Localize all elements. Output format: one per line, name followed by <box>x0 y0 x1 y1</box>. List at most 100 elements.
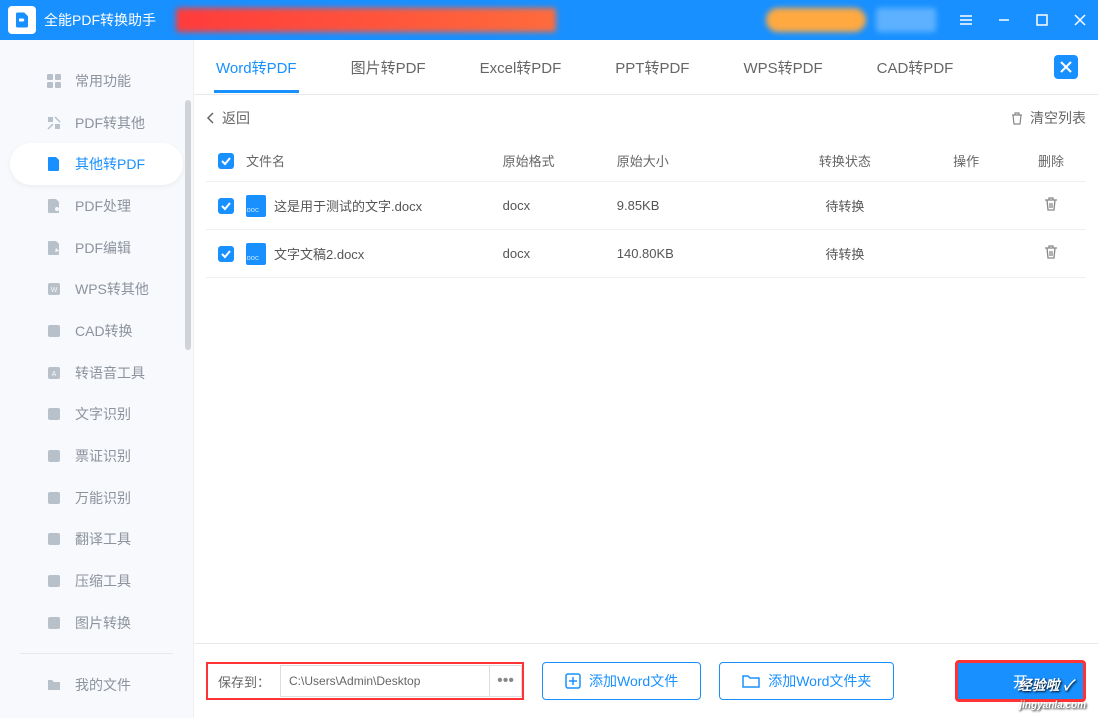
tab-bar: Word转PDF 图片转PDF Excel转PDF PPT转PDF WPS转PD… <box>194 40 1098 95</box>
sidebar-label: 常用功能 <box>75 71 131 91</box>
sidebar-label: 压缩工具 <box>75 571 131 591</box>
text-icon <box>45 405 63 423</box>
svg-text:A: A <box>52 371 57 378</box>
tab-excel[interactable]: Excel转PDF <box>478 42 564 93</box>
add-folder-label: 添加Word文件夹 <box>768 671 871 691</box>
sidebar-label: 万能识别 <box>75 488 131 508</box>
add-file-button[interactable]: 添加Word文件 <box>542 662 701 700</box>
file-table: 文件名 原始格式 原始大小 转换状态 操作 删除 这是用于测试的文字.docx … <box>194 140 1098 643</box>
sidebar-label: 翻译工具 <box>75 529 131 549</box>
table-row: 这是用于测试的文字.docx docx 9.85KB 待转换 <box>206 182 1086 230</box>
sidebar-label: 票证识别 <box>75 446 131 466</box>
sidebar-item-ticket[interactable]: 票证识别 <box>10 435 183 477</box>
header-size: 原始大小 <box>617 151 774 170</box>
sidebar-item-universal[interactable]: 万能识别 <box>10 477 183 519</box>
tab-word[interactable]: Word转PDF <box>214 42 299 93</box>
tab-image[interactable]: 图片转PDF <box>349 42 428 93</box>
save-path-input[interactable] <box>280 665 490 697</box>
chevron-left-icon <box>206 112 216 124</box>
file-name: 文字文稿2.docx <box>274 244 364 263</box>
folder-icon <box>742 673 760 689</box>
doc-file-icon <box>246 195 266 217</box>
sidebar-item-translate[interactable]: 翻译工具 <box>10 518 183 560</box>
sidebar-label: CAD转换 <box>75 321 133 341</box>
ticket-icon <box>45 447 63 465</box>
folder-icon <box>45 676 63 694</box>
trash-icon <box>1010 111 1024 125</box>
image-icon <box>45 614 63 632</box>
sidebar-label: PDF转其他 <box>75 113 145 133</box>
sidebar-item-common[interactable]: 常用功能 <box>10 60 183 102</box>
sidebar: 常用功能 PDF转其他 其他转PDF PDF处理 PDF编辑 W WPS转其他 C… <box>0 40 193 718</box>
doc-file-icon <box>246 243 266 265</box>
clear-label: 清空列表 <box>1030 108 1086 128</box>
back-button[interactable]: 返回 <box>206 108 250 128</box>
watermark-url: jingyanla.com <box>1019 700 1086 711</box>
sidebar-item-pdf-to-other[interactable]: PDF转其他 <box>10 102 183 144</box>
header-status: 转换状态 <box>774 151 917 170</box>
delete-row-button[interactable] <box>1043 244 1059 260</box>
user-blur <box>876 8 936 32</box>
sidebar-label: 我的文件 <box>75 675 131 695</box>
close-button[interactable] <box>1070 10 1090 30</box>
app-title: 全能PDF转换助手 <box>44 10 156 30</box>
sidebar-item-cad[interactable]: CAD转换 <box>10 310 183 352</box>
file-size: 9.85KB <box>617 198 774 213</box>
tab-cad[interactable]: CAD转PDF <box>875 42 956 93</box>
convert-icon <box>45 114 63 132</box>
pdf-icon <box>45 155 63 173</box>
sidebar-item-ocr[interactable]: 文字识别 <box>10 393 183 435</box>
svg-text:W: W <box>51 287 58 294</box>
wps-icon: W <box>45 280 63 298</box>
menu-icon[interactable] <box>956 10 976 30</box>
sidebar-item-image[interactable]: 图片转换 <box>10 602 183 644</box>
delete-row-button[interactable] <box>1043 196 1059 212</box>
sidebar-label: PDF编辑 <box>75 238 131 258</box>
header-del: 删除 <box>1016 151 1086 170</box>
save-path-group: 保存到： ••• <box>206 662 524 700</box>
sidebar-item-myfiles[interactable]: 我的文件 <box>10 664 183 706</box>
select-all-checkbox[interactable] <box>218 153 234 169</box>
browse-button[interactable]: ••• <box>490 665 522 697</box>
sidebar-item-pdf-edit[interactable]: PDF编辑 <box>10 227 183 269</box>
save-label: 保存到： <box>208 672 280 691</box>
header-format: 原始格式 <box>503 151 617 170</box>
add-file-label: 添加Word文件 <box>589 671 678 691</box>
sidebar-item-other-to-pdf[interactable]: 其他转PDF <box>10 143 183 185</box>
maximize-button[interactable] <box>1032 10 1052 30</box>
sidebar-label: 文字识别 <box>75 404 131 424</box>
cad-icon <box>45 322 63 340</box>
translate-icon <box>45 530 63 548</box>
row-checkbox[interactable] <box>218 198 234 214</box>
star-icon <box>45 72 63 90</box>
badge-blur <box>766 8 866 32</box>
audio-icon: A <box>45 364 63 382</box>
sidebar-item-tts[interactable]: A转语音工具 <box>10 352 183 394</box>
minimize-button[interactable] <box>994 10 1014 30</box>
sidebar-label: WPS转其他 <box>75 279 149 299</box>
header-op: 操作 <box>916 151 1016 170</box>
table-row: 文字文稿2.docx docx 140.80KB 待转换 <box>206 230 1086 278</box>
start-convert-button[interactable]: 开 经验啦 ✓ jingyanla.com <box>955 660 1086 702</box>
add-folder-button[interactable]: 添加Word文件夹 <box>719 662 894 700</box>
file-status: 待转换 <box>774 244 917 263</box>
sidebar-item-wps[interactable]: W WPS转其他 <box>10 268 183 310</box>
close-tabs-button[interactable] <box>1054 55 1078 79</box>
banner-blur <box>176 8 556 32</box>
app-logo <box>8 6 36 34</box>
titlebar: 全能PDF转换助手 <box>0 0 1098 40</box>
tab-wps[interactable]: WPS转PDF <box>741 42 824 93</box>
sidebar-label: 其他转PDF <box>75 154 145 174</box>
clear-list-button[interactable]: 清空列表 <box>1010 108 1086 128</box>
table-header: 文件名 原始格式 原始大小 转换状态 操作 删除 <box>206 140 1086 182</box>
file-format: docx <box>503 198 617 213</box>
file-name: 这是用于测试的文字.docx <box>274 196 422 215</box>
scan-icon <box>45 489 63 507</box>
sidebar-scrollbar[interactable] <box>185 100 191 350</box>
file-status: 待转换 <box>774 196 917 215</box>
tab-ppt[interactable]: PPT转PDF <box>613 42 691 93</box>
sidebar-item-compress[interactable]: 压缩工具 <box>10 560 183 602</box>
start-label: 开 <box>1013 671 1028 692</box>
sidebar-item-pdf-process[interactable]: PDF处理 <box>10 185 183 227</box>
row-checkbox[interactable] <box>218 246 234 262</box>
